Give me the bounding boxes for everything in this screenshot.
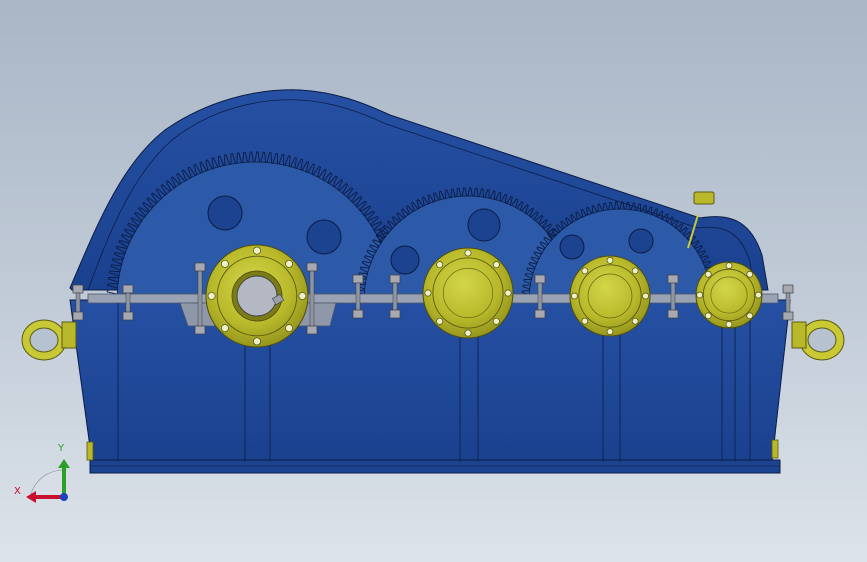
base-plate xyxy=(89,459,781,474)
gearbox-model[interactable] xyxy=(0,0,867,562)
triad-x-label: X xyxy=(14,486,21,497)
drain-plug-left xyxy=(86,441,94,461)
coordinate-triad xyxy=(26,459,70,503)
triad-z-axis-icon xyxy=(60,493,68,501)
lifting-eye-left xyxy=(21,319,77,361)
drain-plug-right xyxy=(771,439,779,459)
lower-housing xyxy=(69,299,791,463)
lifting-eye-right xyxy=(791,319,845,361)
triad-y-arrow-icon xyxy=(58,459,70,468)
triad-y-label: Y xyxy=(58,443,65,454)
cad-viewport[interactable]: X Y xyxy=(0,0,867,562)
